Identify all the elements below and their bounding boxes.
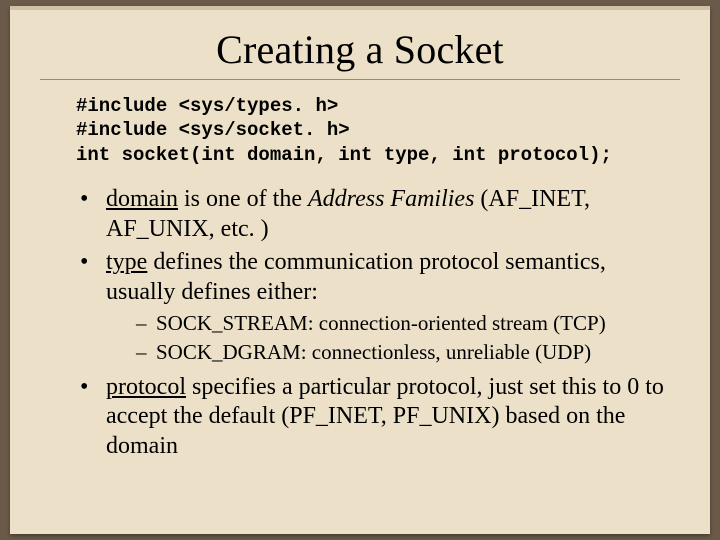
bullet-type: type defines the communication protocol …	[80, 248, 680, 366]
sub-sock-stream: SOCK_STREAM: connection-oriented stream …	[136, 310, 680, 337]
bullet-list: domain is one of the Address Families (A…	[80, 185, 680, 462]
code-line-1: #include <sys/types. h>	[76, 95, 338, 117]
sub-sock-dgram: SOCK_DGRAM: connectionless, unreliable (…	[136, 339, 680, 366]
code-block: #include <sys/types. h> #include <sys/so…	[76, 94, 680, 167]
code-line-3: int socket(int domain, int type, int pro…	[76, 144, 612, 166]
text: is one of the	[178, 186, 308, 212]
slide-title: Creating a Socket	[40, 26, 680, 73]
bullet-domain: domain is one of the Address Families (A…	[80, 185, 680, 245]
sub-list: SOCK_STREAM: connection-oriented stream …	[136, 310, 680, 367]
slide-paper: Creating a Socket #include <sys/types. h…	[10, 6, 710, 534]
text: specifies a particular protocol, just se…	[106, 374, 664, 460]
kw-protocol: protocol	[106, 374, 186, 400]
kw-type: type	[106, 249, 147, 275]
em-address-families: Address Families	[308, 186, 474, 212]
code-line-2: #include <sys/socket. h>	[76, 119, 350, 141]
kw-domain: domain	[106, 186, 178, 212]
text: defines the communication protocol seman…	[106, 249, 606, 305]
title-divider	[40, 79, 680, 80]
bullet-protocol: protocol specifies a particular protocol…	[80, 373, 680, 462]
